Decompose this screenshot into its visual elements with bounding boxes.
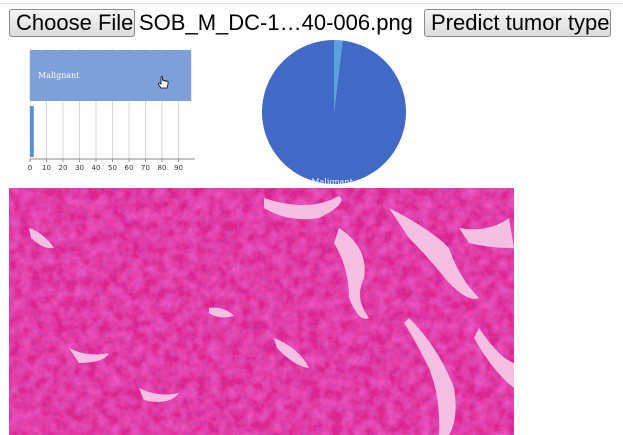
tick-label: 90: [174, 164, 183, 172]
pie-chart-slices: Malignant: [262, 40, 406, 186]
bar-label: Malignant: [38, 71, 80, 80]
bar-chart-bars: Malignant: [30, 50, 192, 157]
probability-pie-chart: Malignant: [262, 40, 406, 186]
choose-file-button[interactable]: Choose File: [9, 9, 135, 37]
selected-file-name: SOB_M_DC-1…40-006.png: [139, 10, 413, 35]
tick-label: 60: [125, 164, 134, 172]
tick-label: 40: [92, 164, 101, 172]
histopathology-image: [9, 188, 514, 435]
bar-other: [30, 106, 34, 157]
top-divider: [0, 3, 623, 4]
tick-label: 0: [28, 164, 32, 172]
predict-tumor-type-button[interactable]: Predict tumor type: [424, 9, 611, 37]
tick-label: 20: [59, 164, 68, 172]
tick-label: 10: [42, 164, 51, 172]
tick-label: 50: [108, 164, 117, 172]
bar-chart-ticks: 0 10 20 30 40 50 60 70 80 90: [28, 158, 195, 172]
tick-label: 30: [75, 164, 84, 172]
tissue-image: [9, 188, 514, 435]
pie-slice-label: Malignant: [311, 177, 353, 186]
probability-bar-chart: Malignant 0 10 20 30 40 50 60 70 80 90: [28, 49, 195, 172]
tick-label: 70: [141, 164, 150, 172]
tick-label: 80: [158, 164, 167, 172]
